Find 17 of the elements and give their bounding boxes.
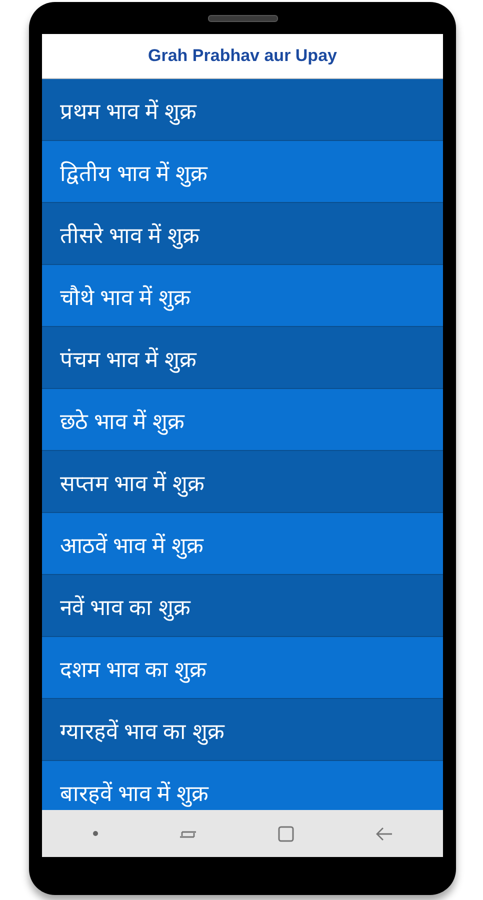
dot-icon[interactable] [92, 831, 98, 836]
app-title: Grah Prabhav aur Upay [42, 34, 443, 79]
home-icon[interactable] [278, 826, 294, 842]
speaker-grille [208, 14, 278, 22]
list-item[interactable]: सप्तम भाव में शुक्र [42, 451, 443, 513]
list-item[interactable]: तीसरे भाव में शुक्र [42, 203, 443, 265]
back-icon[interactable] [374, 826, 392, 842]
list-item[interactable]: पंचम भाव में शुक्र [42, 327, 443, 389]
list-item[interactable]: प्रथम भाव में शुक्र [42, 79, 443, 141]
list-item[interactable]: ग्यारहवें भाव का शुक्र [42, 699, 443, 761]
list-item[interactable]: दशम भाव का शुक्र [42, 637, 443, 699]
list-item[interactable]: चौथे भाव में शुक्र [42, 265, 443, 327]
list-item[interactable]: द्वितीय भाव में शुक्र [42, 141, 443, 203]
list-item[interactable]: नवें भाव का शुक्र [42, 575, 443, 637]
list-item[interactable]: बारहवें भाव में शुक्र [42, 761, 443, 810]
list-item[interactable]: आठवें भाव में शुक्र [42, 513, 443, 575]
list-item[interactable]: छठे भाव में शुक्र [42, 389, 443, 451]
